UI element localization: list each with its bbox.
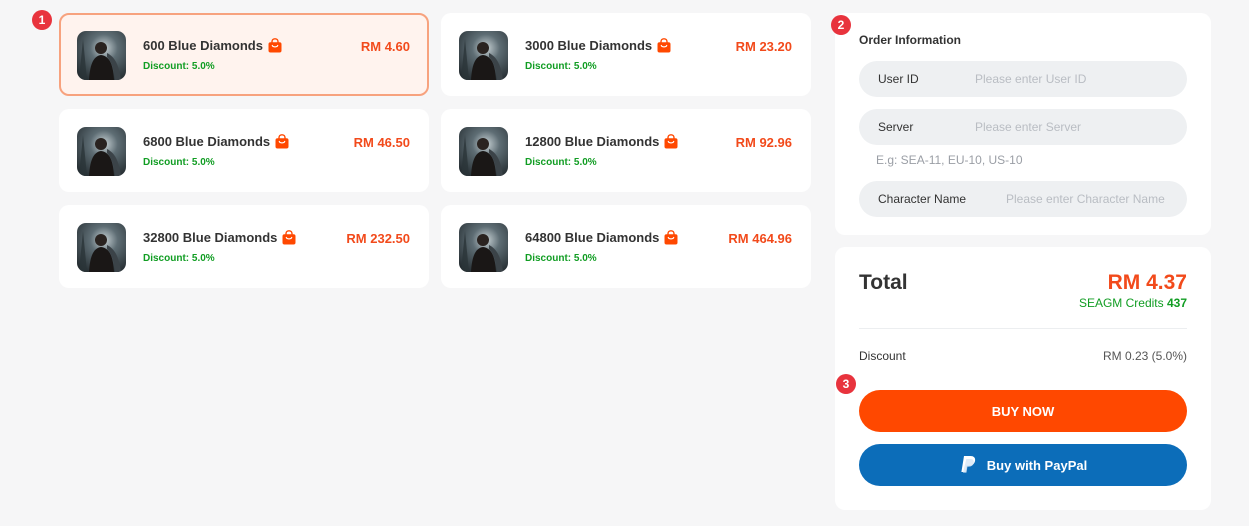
product-name-row: 3000 Blue Diamonds — [525, 38, 671, 53]
product-name: 12800 Blue Diamonds — [525, 134, 660, 149]
credits-label: SEAGM Credits — [1078, 296, 1164, 310]
buy-now-label: BUY NOW — [991, 403, 1055, 419]
shopping-bag-icon — [275, 134, 289, 149]
buy-with-paypal-button[interactable]: Buy with PayPal — [859, 444, 1187, 486]
character-name-field[interactable]: Character Name — [859, 181, 1187, 217]
product-price: RM 23.20 — [735, 39, 792, 54]
product-name: 32800 Blue Diamonds — [143, 230, 278, 245]
user-id-input[interactable] — [975, 64, 1175, 94]
paypal-icon — [959, 455, 977, 475]
game-avatar-icon — [77, 127, 126, 176]
server-field[interactable]: Server — [859, 109, 1187, 145]
summary-divider — [859, 328, 1187, 329]
server-hint: E.g: SEA-11, EU-10, US-10 — [876, 153, 1023, 167]
product-name: 600 Blue Diamonds — [143, 38, 263, 53]
product-name: 3000 Blue Diamonds — [525, 38, 653, 53]
product-price: RM 46.50 — [353, 135, 410, 150]
product-grid: 600 Blue Diamonds Discount: 5.0% RM 4.60… — [59, 13, 811, 288]
product-card[interactable]: 600 Blue Diamonds Discount: 5.0% RM 4.60 — [59, 13, 429, 96]
game-avatar-icon — [459, 31, 508, 80]
order-information-panel: Order Information User ID Server E.g: SE… — [835, 13, 1211, 235]
product-name: 64800 Blue Diamonds — [525, 230, 660, 245]
product-name-row: 12800 Blue Diamonds — [525, 134, 678, 149]
product-price: RM 232.50 — [346, 231, 410, 246]
user-id-label: User ID — [878, 72, 919, 86]
product-price: RM 4.60 — [360, 39, 410, 54]
character-name-label: Character Name — [878, 192, 967, 206]
product-card[interactable]: 6800 Blue Diamonds Discount: 5.0% RM 46.… — [59, 109, 429, 192]
game-avatar-icon — [459, 127, 508, 176]
product-name-row: 600 Blue Diamonds — [143, 38, 282, 53]
product-discount: Discount: 5.0% — [143, 157, 215, 168]
step-badge-1: 1 — [32, 10, 52, 30]
paypal-label: Buy with PayPal — [986, 457, 1088, 473]
shopping-bag-icon — [664, 230, 678, 245]
product-card[interactable]: 32800 Blue Diamonds Discount: 5.0% RM 23… — [59, 205, 429, 288]
product-name-row: 32800 Blue Diamonds — [143, 230, 296, 245]
server-input[interactable] — [975, 112, 1175, 142]
shopping-bag-icon — [282, 230, 296, 245]
game-avatar-icon — [77, 31, 126, 80]
total-label: Total — [859, 271, 908, 294]
game-avatar-icon — [77, 223, 126, 272]
step-badge-2: 2 — [831, 15, 851, 35]
discount-value: RM 0.23 (5.0%) — [1102, 349, 1187, 363]
product-name-row: 64800 Blue Diamonds — [525, 230, 678, 245]
product-discount: Discount: 5.0% — [525, 253, 597, 264]
product-card[interactable]: 12800 Blue Diamonds Discount: 5.0% RM 92… — [441, 109, 811, 192]
product-name-row: 6800 Blue Diamonds — [143, 134, 289, 149]
order-summary-panel: Total RM 4.37 SEAGM Credits 437 Discount… — [835, 247, 1211, 510]
step-badge-3: 3 — [836, 374, 856, 394]
product-price: RM 464.96 — [728, 231, 792, 246]
product-discount: Discount: 5.0% — [143, 253, 215, 264]
product-discount: Discount: 5.0% — [143, 61, 215, 72]
character-name-input[interactable] — [1006, 184, 1178, 214]
shopping-bag-icon — [657, 38, 671, 53]
shopping-bag-icon — [664, 134, 678, 149]
buy-now-button[interactable]: BUY NOW — [859, 390, 1187, 432]
server-label: Server — [878, 120, 914, 134]
game-avatar-icon — [459, 223, 508, 272]
product-name: 6800 Blue Diamonds — [143, 134, 271, 149]
product-discount: Discount: 5.0% — [525, 157, 597, 168]
shopping-bag-icon — [268, 38, 282, 53]
total-amount: RM 4.37 — [1107, 271, 1187, 294]
discount-label: Discount — [859, 349, 906, 363]
product-discount: Discount: 5.0% — [525, 61, 597, 72]
product-card[interactable]: 64800 Blue Diamonds Discount: 5.0% RM 46… — [441, 205, 811, 288]
seagm-credits: SEAGM Credits 437 — [1079, 296, 1187, 310]
product-price: RM 92.96 — [735, 135, 792, 150]
product-card[interactable]: 3000 Blue Diamonds Discount: 5.0% RM 23.… — [441, 13, 811, 96]
order-information-title: Order Information — [859, 33, 962, 47]
credits-value: 437 — [1166, 296, 1187, 310]
user-id-field[interactable]: User ID — [859, 61, 1187, 97]
